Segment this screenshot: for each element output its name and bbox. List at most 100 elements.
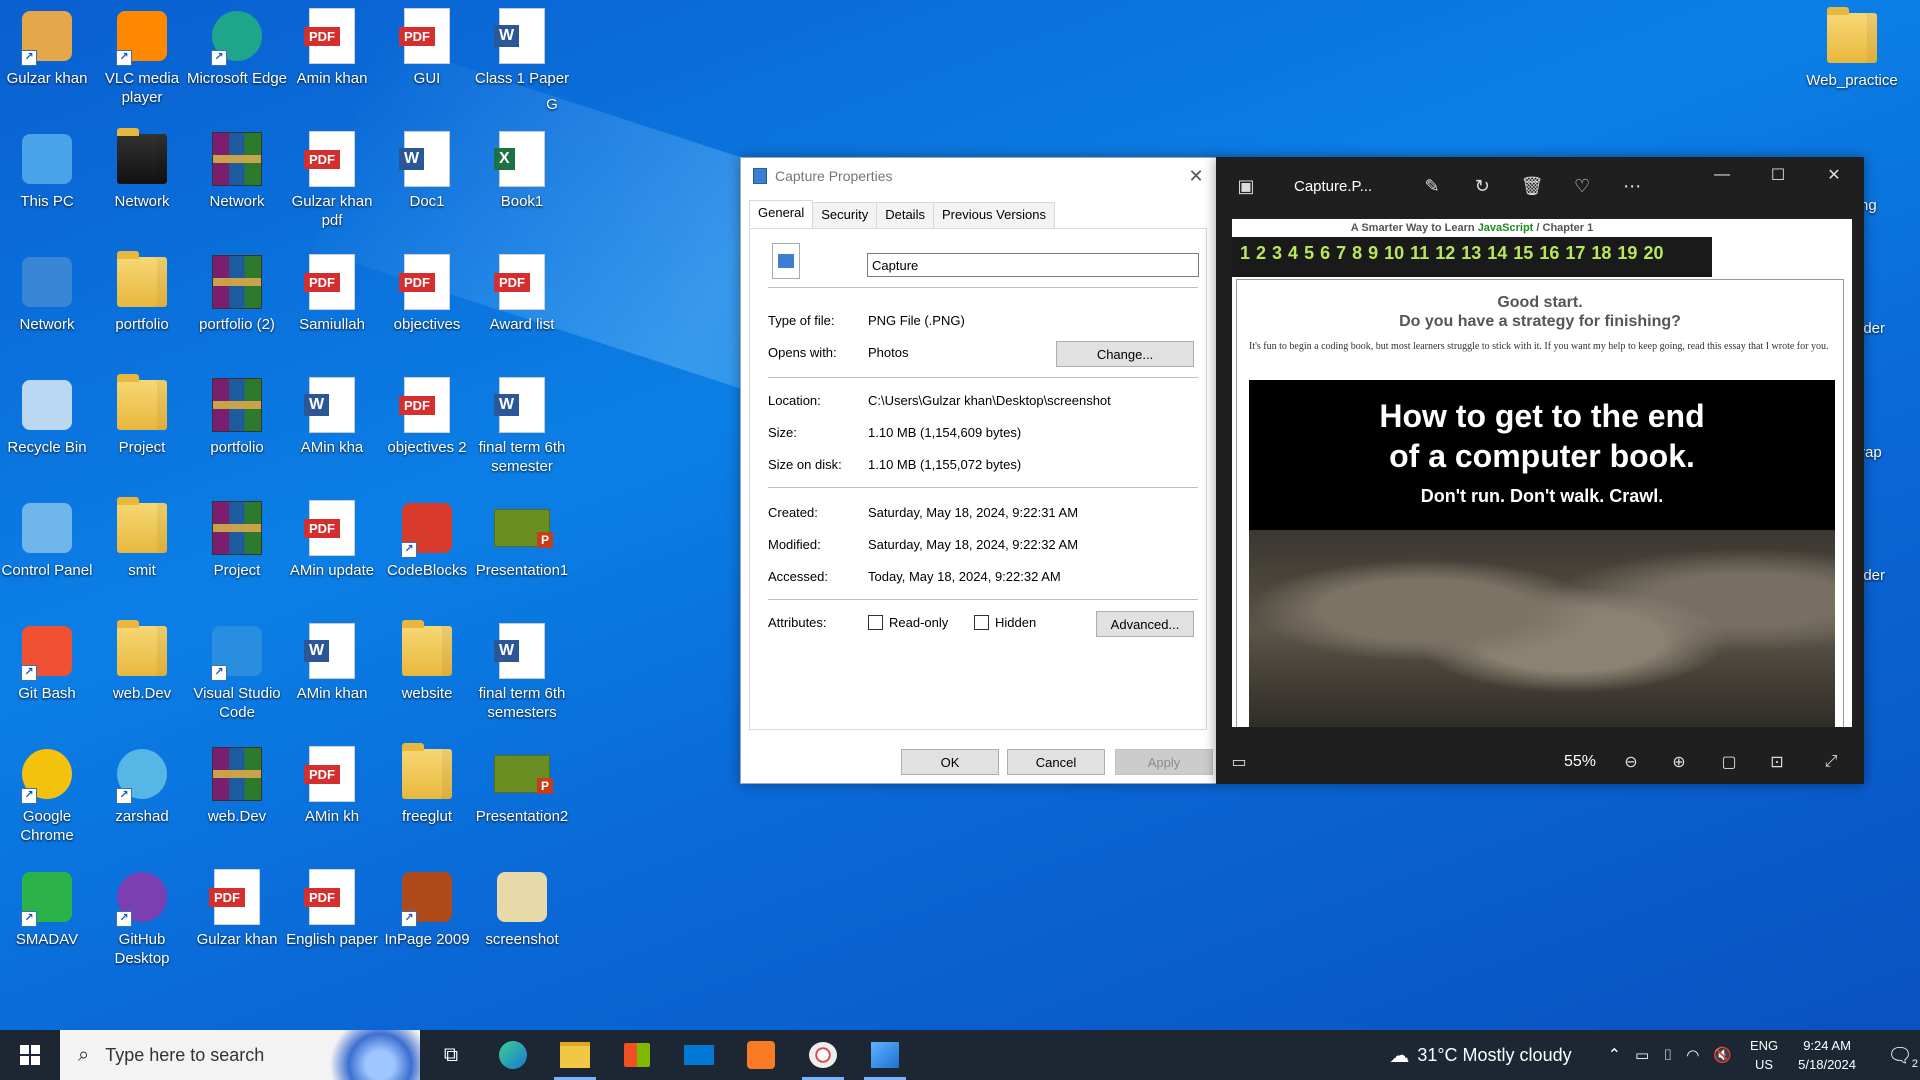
desktop-icon[interactable]: ↗ GitHub Desktop <box>95 867 189 968</box>
desktop-icon[interactable]: ↗ zarshad <box>95 744 189 826</box>
desktop-icon[interactable]: portfolio <box>95 251 189 334</box>
desktop-icon[interactable]: PDF GUI <box>380 6 474 88</box>
change-button[interactable]: Change... <box>1056 341 1194 367</box>
clock[interactable]: 9:24 AM 5/18/2024 <box>1798 1036 1856 1074</box>
checkbox-box[interactable] <box>868 615 883 630</box>
filename-input[interactable] <box>867 253 1199 277</box>
readonly-checkbox[interactable]: Read-only <box>868 615 948 630</box>
rotate-icon[interactable]: ↻ <box>1462 166 1502 206</box>
desktop-icon[interactable]: PDF Samiullah <box>285 252 379 334</box>
taskbar-paint[interactable] <box>792 1030 854 1080</box>
desktop-icon[interactable]: P Presentation2 <box>475 744 569 826</box>
desktop-icon[interactable]: PDF AMin kh <box>285 744 379 826</box>
user-folder-icon: ↗ <box>19 6 75 66</box>
cancel-button[interactable]: Cancel <box>1007 749 1105 775</box>
desktop-icon[interactable]: W Class 1 Paper <box>475 6 569 88</box>
desktop-icon[interactable]: smit <box>95 497 189 580</box>
close-icon[interactable]: ✕ <box>1176 166 1216 187</box>
actual-size-icon[interactable]: ⊡ <box>1762 747 1792 777</box>
volume-muted-icon[interactable]: 🔇 <box>1713 1046 1732 1064</box>
desktop-icon[interactable]: PDF Gulzar khan <box>190 867 284 949</box>
desktop-icon[interactable]: This PC <box>0 129 94 211</box>
battery-icon[interactable]: ▭ <box>1635 1046 1649 1064</box>
desktop-icon[interactable]: ↗ Gulzar khan <box>0 6 94 88</box>
desktop-icon[interactable]: PDF Amin khan <box>285 6 379 88</box>
input-language[interactable]: ENG US <box>1750 1036 1778 1074</box>
desktop-icon[interactable]: ↗ VLC media player <box>95 6 189 107</box>
desktop-icon[interactable]: ↗ InPage 2009 <box>380 867 474 949</box>
desktop-icon[interactable]: Wfinal term 6th semester <box>475 375 569 476</box>
close-icon[interactable]: ✕ <box>1806 157 1862 193</box>
wifi-icon[interactable]: ◠ <box>1686 1046 1699 1064</box>
desktop-icon[interactable]: Network <box>95 128 189 211</box>
zoom-out-icon[interactable]: ⊖ <box>1616 747 1646 777</box>
desktop-icon[interactable]: screenshot <box>475 867 569 949</box>
desktop-icon[interactable]: W AMin kha <box>285 375 379 457</box>
desktop-icon[interactable]: W AMin khan <box>285 621 379 703</box>
full-screen-icon[interactable]: ⤢ <box>1816 747 1846 777</box>
desktop-icon[interactable]: PDF English paper <box>285 867 379 949</box>
show-hidden-icons-chevron-icon[interactable]: ⌃ <box>1608 1045 1621 1065</box>
more-options-icon[interactable]: ⋯ <box>1612 166 1652 206</box>
desktop-icon[interactable]: ↗ Git Bash <box>0 621 94 703</box>
desktop-icon[interactable]: PDF AMin update <box>285 498 379 580</box>
task-view-button[interactable]: ⧉ <box>420 1030 482 1080</box>
desktop-icon[interactable]: W Doc1 <box>380 129 474 211</box>
desktop-icon[interactable]: Recycle Bin <box>0 375 94 457</box>
desktop-icon[interactable]: website <box>380 620 474 703</box>
desktop-icon[interactable]: PDF Gulzar khan pdf <box>285 129 379 230</box>
desktop-icon[interactable]: PDF objectives 2 <box>380 375 474 457</box>
desktop-icon[interactable]: Wfinal term 6th semesters <box>475 621 569 722</box>
desktop-icon[interactable]: Network <box>190 129 284 211</box>
tab-security[interactable]: Security <box>812 202 878 229</box>
desktop-icon[interactable]: ↗ CodeBlocks <box>380 498 474 580</box>
desktop-icon[interactable]: ↗ Google Chrome <box>0 744 94 845</box>
desktop-icon[interactable]: Project <box>190 498 284 580</box>
maximize-icon[interactable]: ☐ <box>1750 157 1806 193</box>
desktop-icon[interactable]: Control Panel <box>0 498 94 580</box>
taskbar-edge[interactable] <box>482 1030 544 1080</box>
desktop-icon[interactable]: ↗ Microsoft Edge <box>187 6 287 88</box>
folder-icon <box>114 374 170 435</box>
taskbar-mail[interactable] <box>668 1030 730 1080</box>
desktop-icon[interactable]: P Presentation1 <box>475 498 569 580</box>
edit-image-icon[interactable]: ✎ <box>1412 166 1452 206</box>
start-button[interactable] <box>0 1030 60 1080</box>
desktop-icon[interactable]: Network <box>0 252 94 334</box>
ok-button[interactable]: OK <box>901 749 999 775</box>
desktop-icon[interactable]: PDF Award list <box>475 252 569 334</box>
desktop-icon[interactable]: web.Dev <box>190 744 284 826</box>
desktop-icon[interactable]: X Book1 <box>475 129 569 211</box>
tab-general[interactable]: General <box>749 200 814 227</box>
advanced-button[interactable]: Advanced... <box>1096 611 1194 637</box>
taskbar-xampp[interactable] <box>730 1030 792 1080</box>
photo-gallery-icon[interactable]: ▣ <box>1226 166 1266 206</box>
taskbar-file-explorer[interactable] <box>544 1030 606 1080</box>
taskbar-microsoft-store[interactable] <box>606 1030 668 1080</box>
delete-icon[interactable]: 🗑 <box>1512 166 1552 206</box>
desktop-icon[interactable]: PDF objectives <box>380 252 474 334</box>
desktop-icon[interactable]: web.Dev <box>95 620 189 703</box>
desktop-icon[interactable]: ↗ SMADAV <box>0 867 94 949</box>
checkbox-box[interactable] <box>974 615 989 630</box>
favorite-heart-icon[interactable]: ♡ <box>1562 166 1602 206</box>
desktop-icon[interactable]: portfolio <box>190 375 284 457</box>
fit-to-window-icon[interactable]: ▢ <box>1714 747 1744 777</box>
filmstrip-icon[interactable]: ▭ <box>1224 747 1254 777</box>
desktop-icon[interactable]: freeglut <box>380 743 474 826</box>
taskbar-photos[interactable] <box>854 1030 916 1080</box>
desktop-icon[interactable]: Project <box>95 374 189 457</box>
notification-center-button[interactable]: 🗨 2 <box>1880 1030 1920 1080</box>
zoom-in-icon[interactable]: ⊕ <box>1664 747 1694 777</box>
desktop-icon[interactable]: ↗ Visual Studio Code <box>190 621 284 722</box>
taskbar-search-box[interactable]: ⌕ Type here to search <box>60 1030 420 1080</box>
tab-details[interactable]: Details <box>876 202 934 229</box>
desktop-icon-web-practice[interactable]: Web_practice <box>1805 7 1899 90</box>
minimize-icon[interactable]: — <box>1694 157 1750 193</box>
apply-button[interactable]: Apply <box>1115 749 1213 775</box>
hidden-checkbox[interactable]: Hidden <box>974 615 1036 630</box>
tab-previous-versions[interactable]: Previous Versions <box>932 202 1056 229</box>
weather-text[interactable]: 31°C Mostly cloudy <box>1417 1045 1571 1066</box>
meet-now-icon[interactable]: ⌷ <box>1663 1047 1672 1064</box>
desktop-icon[interactable]: portfolio (2) <box>190 252 284 334</box>
